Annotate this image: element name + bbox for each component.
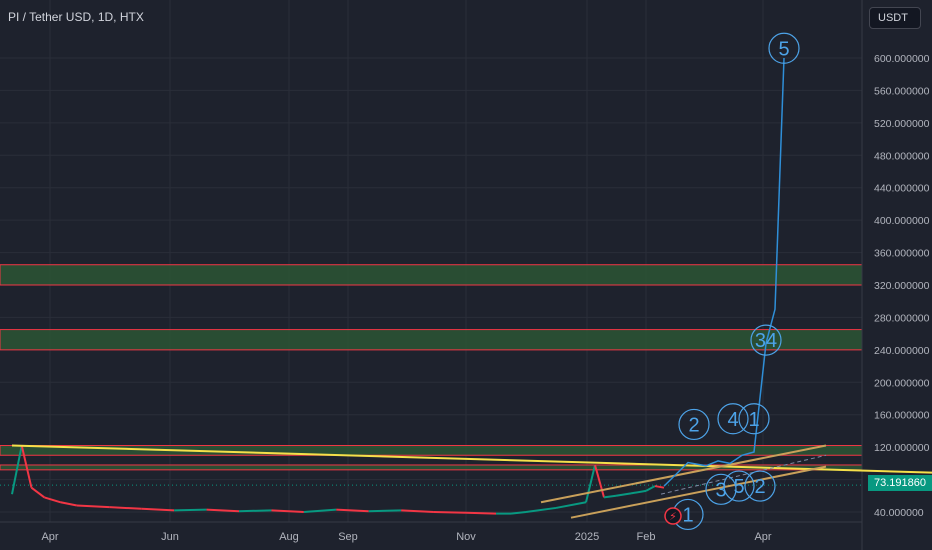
price-candle-segment [645, 485, 656, 492]
last-price-tag: 73.191860 [868, 475, 932, 491]
symbol-title: PI / Tether USD, 1D, HTX [8, 10, 144, 24]
price-candle-segment [109, 506, 142, 510]
chart-canvas[interactable]: 534241352140.00000080.000000120.00000016… [0, 0, 932, 550]
price-candle-segment [368, 509, 402, 513]
time-axis-label: Aug [279, 531, 299, 543]
price-candle-segment [206, 508, 240, 513]
price-axis-label: 200.000000 [874, 377, 930, 389]
price-axis-label: 520.000000 [874, 118, 930, 130]
price-candle-segment [30, 486, 46, 499]
price-candle-segment [60, 501, 78, 507]
price-axis-label: 160.000000 [874, 410, 930, 422]
wave-label: 2 [688, 414, 699, 436]
price-axis-label: 600.000000 [874, 53, 930, 65]
price-candle-segment [465, 511, 497, 515]
price-axis-label: 360.000000 [874, 248, 930, 260]
price-axis-label: 240.000000 [874, 345, 930, 357]
time-axis-label: Jun [161, 531, 179, 543]
price-candle-segment [141, 507, 175, 512]
price-candle-segment [174, 508, 207, 512]
time-axis-label: Nov [456, 531, 476, 543]
price-candle-segment [603, 494, 617, 499]
chart-area[interactable]: 534241352140.00000080.000000120.00000016… [0, 0, 932, 550]
price-candle-segment [76, 504, 110, 509]
channel-lower-line [570, 465, 827, 519]
currency-selector-button[interactable]: USDT [869, 7, 921, 29]
price-candle-segment [615, 492, 632, 497]
wave-label: 2 [754, 476, 765, 498]
price-axis-label: 560.000000 [874, 85, 930, 97]
support-resistance-zone [0, 264, 863, 286]
price-candle-segment [44, 496, 61, 504]
time-axis-label: Feb [637, 531, 656, 543]
price-axis-label: 400.000000 [874, 215, 930, 227]
support-resistance-zone [0, 329, 863, 351]
wave-label: 1 [682, 504, 693, 526]
price-axis-label: 440.000000 [874, 183, 930, 195]
time-axis-label: Apr [754, 531, 771, 543]
time-axis-label: Sep [338, 531, 358, 543]
price-candle-segment [630, 489, 647, 495]
price-candle-segment [238, 509, 272, 513]
price-axis-label: 40.000000 [874, 507, 924, 519]
price-candle-segment [433, 511, 467, 514]
wave-label: 34 [755, 330, 777, 352]
price-axis-label: 120.000000 [874, 442, 930, 454]
wave-label: 4 [727, 409, 738, 431]
price-axis-label: 280.000000 [874, 312, 930, 324]
price-candle-segment [336, 508, 369, 513]
time-axis-label: 2025 [575, 531, 599, 543]
price-axis-label: 320.000000 [874, 280, 930, 292]
price-candle-segment [654, 485, 665, 489]
time-axis-label: Apr [41, 531, 58, 543]
price-candle-segment [555, 501, 587, 509]
price-candle-segment [525, 506, 557, 513]
wave-label: 5 [778, 38, 789, 60]
wave-label: 5 [733, 476, 744, 498]
support-resistance-zone [0, 445, 863, 456]
wave-label: 1 [748, 409, 759, 431]
price-axis-label: 480.000000 [874, 150, 930, 162]
lightning-icon: ⚡ [669, 510, 677, 523]
